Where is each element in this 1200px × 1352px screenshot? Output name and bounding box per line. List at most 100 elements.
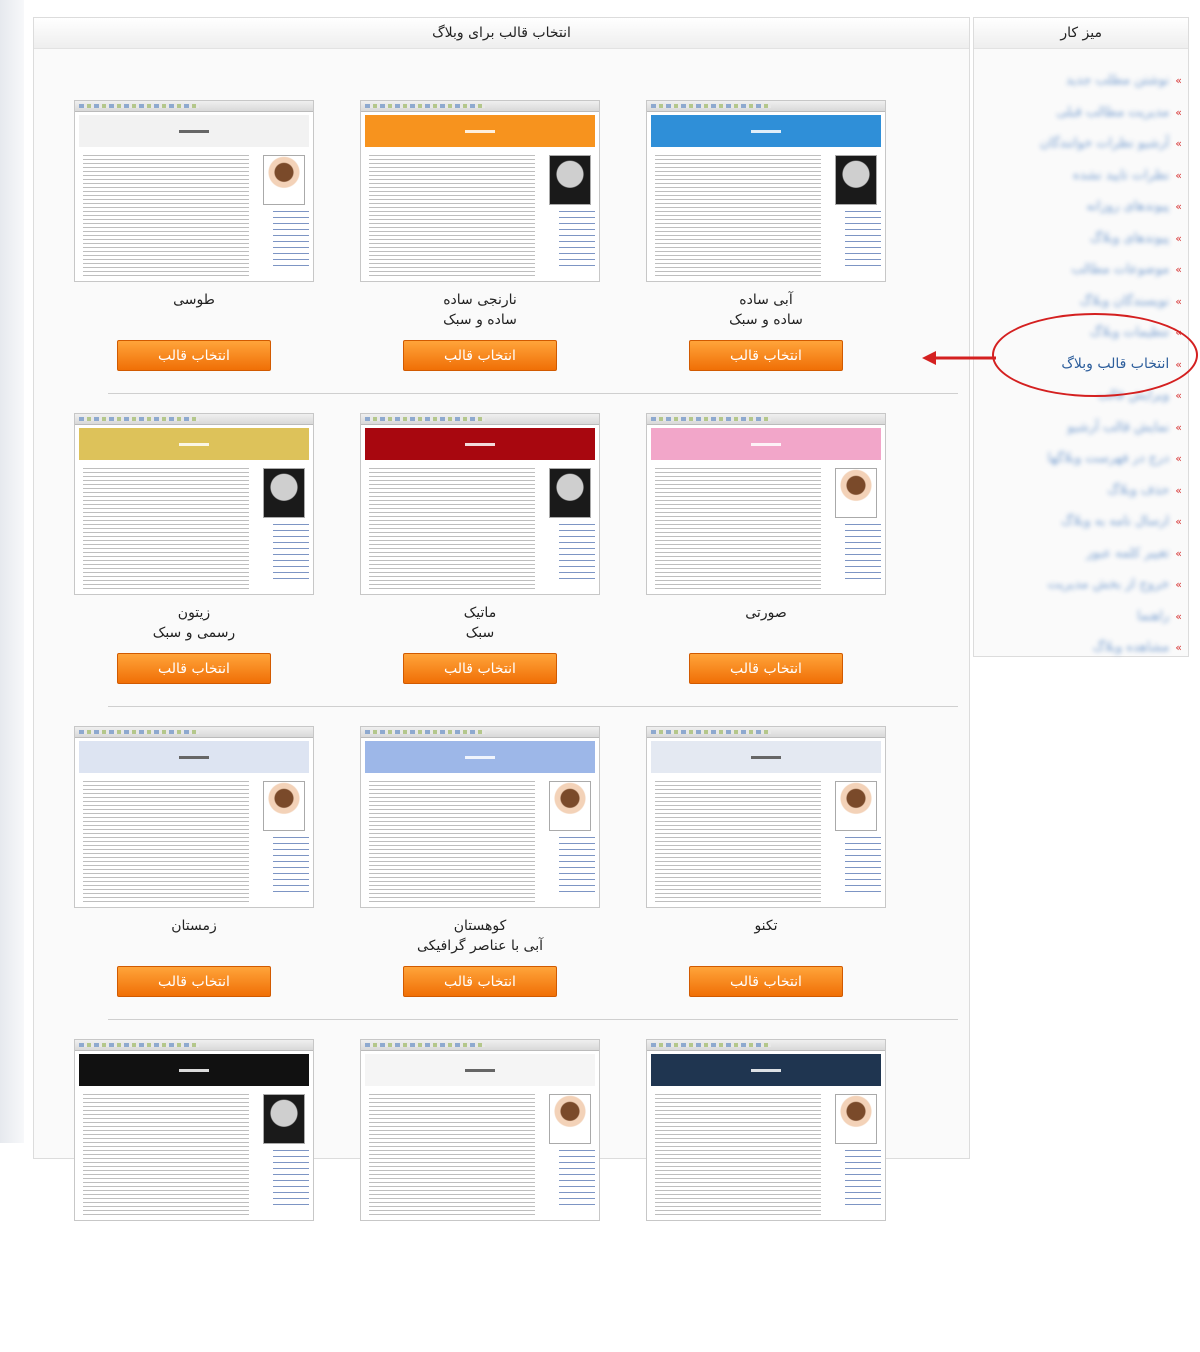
bullet-icon: » bbox=[1175, 641, 1182, 655]
template-name: طوسی bbox=[74, 290, 314, 310]
row-divider bbox=[108, 706, 958, 707]
select-template-button[interactable]: انتخاب قالب bbox=[117, 966, 271, 997]
template-name: زیتون رسمی و سبک bbox=[74, 603, 314, 643]
sidebar-item-label[interactable]: درج در فهرست وبلاگها bbox=[1048, 451, 1170, 466]
template-card: آبی ساده ساده و سبک انتخاب قالب bbox=[646, 100, 886, 380]
template-card: زیتون رسمی و سبک انتخاب قالب bbox=[74, 413, 314, 693]
bullet-icon: » bbox=[1175, 263, 1182, 277]
template-thumbnail[interactable] bbox=[74, 413, 314, 595]
template-thumbnail[interactable] bbox=[360, 413, 600, 595]
sidebar-item-label[interactable]: آرشیو نظرات خوانندگان bbox=[1040, 136, 1169, 151]
template-title: صورتی bbox=[745, 605, 787, 621]
template-title: زمستان bbox=[171, 918, 217, 934]
bullet-icon: » bbox=[1175, 294, 1182, 308]
bullet-icon: » bbox=[1175, 137, 1182, 151]
sidebar-item[interactable]: » موضوعات مطالب bbox=[974, 254, 1182, 286]
sidebar-item[interactable]: » پیوندهای وبلاگ bbox=[974, 223, 1182, 255]
template-thumbnail[interactable] bbox=[646, 1039, 886, 1221]
template-thumbnail[interactable] bbox=[74, 1039, 314, 1221]
template-subtitle: ساده و سبک bbox=[729, 312, 803, 328]
sidebar-item[interactable]: » مدیریت مطالب قبلی bbox=[974, 97, 1182, 129]
select-template-button[interactable]: انتخاب قالب bbox=[403, 966, 557, 997]
select-template-button[interactable]: انتخاب قالب bbox=[689, 966, 843, 997]
template-title: طوسی bbox=[173, 292, 215, 308]
template-row: تکنو انتخاب قالب کوهستان آبی با عناصر گرافی… bbox=[74, 726, 958, 1039]
sidebar-item-label[interactable]: موضوعات مطالب bbox=[1071, 262, 1169, 277]
template-name: کوهستان آبی با عناصر گرافیکی bbox=[360, 916, 600, 956]
sidebar-item-label[interactable]: نظرات تایید نشده bbox=[1073, 168, 1169, 183]
sidebar-item-label[interactable]: راهنما bbox=[1137, 609, 1169, 624]
sidebar-item[interactable]: » نوشتن مطلب جدید bbox=[974, 65, 1182, 97]
sidebar-item[interactable]: » حذف وبلاگ bbox=[974, 475, 1183, 507]
template-card: ماتیک سبک انتخاب قالب bbox=[360, 413, 600, 693]
sidebar-item[interactable]: » راهنما bbox=[974, 601, 1182, 633]
sidebar-item-label[interactable]: تغییر کلمه عبور bbox=[1086, 546, 1169, 561]
select-template-button[interactable]: انتخاب قالب bbox=[403, 340, 557, 371]
sidebar-item[interactable]: » تغییر کلمه عبور bbox=[974, 538, 1182, 570]
template-subtitle: آبی با عناصر گرافیکی bbox=[416, 938, 544, 954]
row-divider bbox=[108, 393, 958, 394]
sidebar-item-label[interactable]: ارسال نامه به وبلاگ bbox=[1061, 514, 1169, 529]
sidebar-item-label[interactable]: حذف وبلاگ bbox=[1108, 483, 1170, 498]
template-title: ماتیک bbox=[463, 605, 497, 621]
template-grid: آبی ساده ساده و سبک انتخاب قالب نارنجی ساده… bbox=[74, 100, 958, 1352]
template-title: نارنجی ساده bbox=[443, 292, 517, 308]
bullet-icon: » bbox=[1175, 231, 1182, 245]
sidebar-item[interactable]: » پیوندهای روزانه bbox=[974, 191, 1182, 223]
template-thumbnail[interactable] bbox=[646, 413, 886, 595]
highlight-circle bbox=[992, 313, 1198, 397]
sidebar-item[interactable]: » ارسال نامه به وبلاگ bbox=[974, 506, 1182, 538]
sidebar-item-label[interactable]: نمایش قالب آرشیو bbox=[1067, 420, 1169, 435]
template-name: صورتی bbox=[646, 603, 886, 623]
template-card bbox=[74, 1039, 314, 1319]
bullet-icon: » bbox=[1175, 420, 1182, 434]
template-card: صورتی انتخاب قالب bbox=[646, 413, 886, 693]
template-thumbnail[interactable] bbox=[360, 1039, 600, 1221]
select-template-button[interactable]: انتخاب قالب bbox=[117, 340, 271, 371]
sidebar-item-label[interactable]: مدیریت مطالب قبلی bbox=[1056, 105, 1169, 120]
sidebar-item[interactable]: » مشاهده وبلاگ bbox=[974, 632, 1182, 664]
template-card: زمستان انتخاب قالب bbox=[74, 726, 314, 1006]
template-name: ماتیک سبک bbox=[360, 603, 600, 643]
template-thumbnail[interactable] bbox=[74, 726, 314, 908]
template-subtitle: رسمی و سبک bbox=[152, 625, 236, 641]
select-template-button[interactable]: انتخاب قالب bbox=[403, 653, 557, 684]
template-card bbox=[646, 1039, 886, 1319]
template-name: زمستان bbox=[74, 916, 314, 936]
template-title: تکنو bbox=[754, 918, 778, 934]
sidebar-item[interactable]: » درج در فهرست وبلاگها bbox=[974, 443, 1183, 475]
template-subtitle: ساده و سبک bbox=[443, 312, 517, 328]
sidebar-item[interactable]: » آرشیو نظرات خوانندگان bbox=[974, 128, 1182, 160]
bullet-icon: » bbox=[1175, 452, 1182, 466]
sidebar-item-label[interactable]: پیوندهای روزانه bbox=[1086, 199, 1169, 214]
template-thumbnail[interactable] bbox=[74, 100, 314, 282]
template-thumbnail[interactable] bbox=[646, 726, 886, 908]
sidebar-item[interactable]: » خروج از بخش مدیریت bbox=[974, 569, 1182, 601]
template-thumbnail[interactable] bbox=[360, 100, 600, 282]
sidebar-item[interactable]: » نظرات تایید نشده bbox=[974, 160, 1182, 192]
template-card: طوسی انتخاب قالب bbox=[74, 100, 314, 380]
template-card bbox=[360, 1039, 600, 1319]
select-template-button[interactable]: انتخاب قالب bbox=[689, 340, 843, 371]
sidebar-item-label[interactable]: پیوندهای وبلاگ bbox=[1090, 231, 1169, 246]
bullet-icon: » bbox=[1175, 200, 1182, 214]
bullet-icon: » bbox=[1175, 389, 1182, 403]
sidebar-item-label[interactable]: خروج از بخش مدیریت bbox=[1048, 577, 1170, 592]
sidebar-title: میز کار bbox=[974, 18, 1188, 49]
bullet-icon: » bbox=[1175, 105, 1182, 119]
template-name: تکنو bbox=[646, 916, 886, 936]
template-row: آبی ساده ساده و سبک انتخاب قالب نارنجی ساده… bbox=[74, 100, 958, 413]
sidebar-item[interactable]: » نمایش قالب آرشیو bbox=[974, 412, 1182, 444]
window-edge bbox=[0, 0, 24, 1143]
template-title: زیتون bbox=[177, 605, 211, 621]
select-template-button[interactable]: انتخاب قالب bbox=[689, 653, 843, 684]
template-thumbnail[interactable] bbox=[360, 726, 600, 908]
sidebar-item-label[interactable]: نوشتن مطلب جدید bbox=[1066, 73, 1169, 88]
sidebar-item-label[interactable]: نویسندگان وبلاگ bbox=[1080, 294, 1169, 309]
sidebar-item[interactable]: » نویسندگان وبلاگ bbox=[974, 286, 1182, 318]
template-card: کوهستان آبی با عناصر گرافیکی انتخاب قالب bbox=[360, 726, 600, 1006]
sidebar-item-label[interactable]: مشاهده وبلاگ bbox=[1093, 640, 1169, 655]
select-template-button[interactable]: انتخاب قالب bbox=[117, 653, 271, 684]
template-thumbnail[interactable] bbox=[646, 100, 886, 282]
bullet-icon: » bbox=[1175, 546, 1182, 560]
